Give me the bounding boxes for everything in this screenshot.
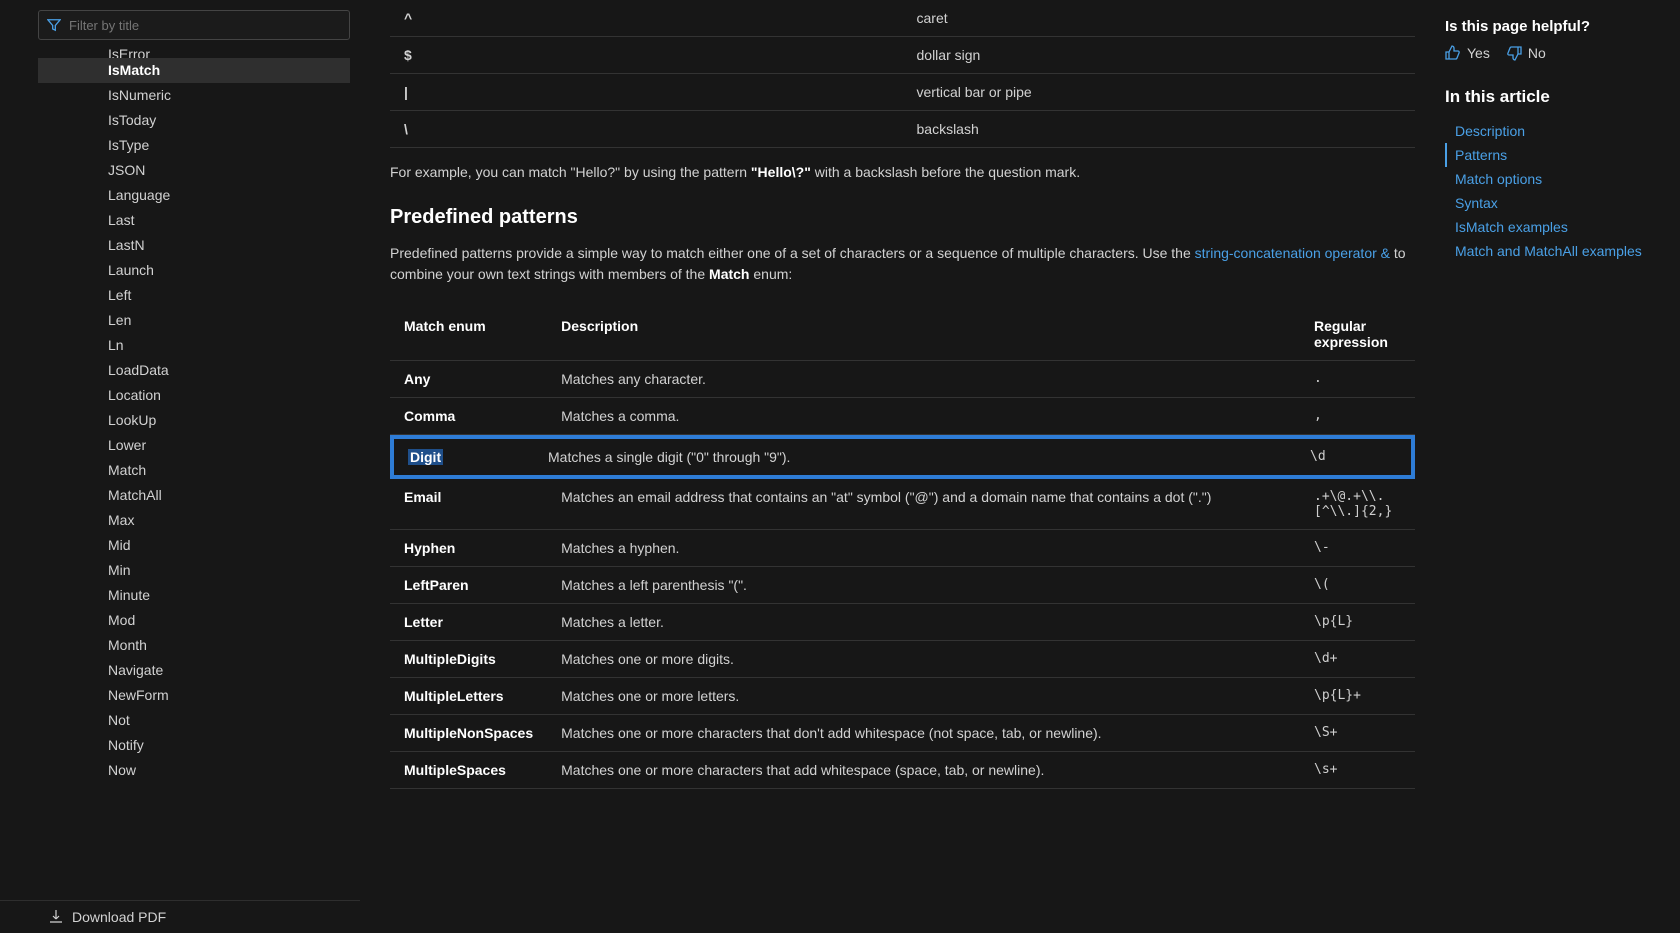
filter-input[interactable]: [69, 18, 341, 33]
nav-item[interactable]: IsMatch: [38, 58, 350, 83]
table-row: MultipleDigitsMatches one or more digits…: [390, 641, 1415, 678]
predef-intro: Predefined patterns provide a simple way…: [390, 243, 1415, 286]
table-row: LeftParenMatches a left parenthesis "(".…: [390, 567, 1415, 604]
filter-wrap: [0, 0, 360, 46]
nav-item[interactable]: Last: [38, 208, 350, 233]
no-button[interactable]: No: [1506, 45, 1546, 61]
nav-item[interactable]: LoadData: [38, 358, 350, 383]
download-pdf-button[interactable]: Download PDF: [0, 900, 360, 933]
nav-item[interactable]: IsNumeric: [38, 83, 350, 108]
table-row: AnyMatches any character..: [390, 361, 1415, 398]
special-chars-table: ^caret$dollar sign|vertical bar or pipe\…: [390, 0, 1415, 148]
nav-item[interactable]: Minute: [38, 583, 350, 608]
table-row: |vertical bar or pipe: [390, 74, 1415, 111]
nav-item[interactable]: Notify: [38, 733, 350, 758]
thumbs-up-icon: [1445, 45, 1461, 61]
nav-item[interactable]: Launch: [38, 258, 350, 283]
filter-icon: [47, 18, 61, 32]
nav-item[interactable]: Mod: [38, 608, 350, 633]
nav-item[interactable]: Max: [38, 508, 350, 533]
nav-item-cut[interactable]: IsError: [38, 46, 350, 58]
nav-item[interactable]: Lower: [38, 433, 350, 458]
table-row: CommaMatches a comma.,: [390, 398, 1415, 435]
thumbs-down-icon: [1506, 45, 1522, 61]
nav-item[interactable]: Len: [38, 308, 350, 333]
nav-item[interactable]: NewForm: [38, 683, 350, 708]
table-row: HyphenMatches a hyphen.\-: [390, 530, 1415, 567]
nav-item[interactable]: Not: [38, 708, 350, 733]
toc-item[interactable]: Description: [1445, 119, 1660, 143]
toc-item[interactable]: Patterns: [1445, 143, 1660, 167]
toc-item[interactable]: IsMatch examples: [1445, 215, 1660, 239]
nav-item[interactable]: Navigate: [38, 658, 350, 683]
nav-item[interactable]: Left: [38, 283, 350, 308]
toc-list: DescriptionPatternsMatch optionsSyntaxIs…: [1445, 119, 1660, 263]
nav-item[interactable]: Language: [38, 183, 350, 208]
filter-box[interactable]: [38, 10, 350, 40]
example-paragraph: For example, you can match "Hello?" by u…: [390, 162, 1415, 184]
table-header-row: Match enumDescriptionRegular expression: [390, 308, 1415, 361]
nav-item[interactable]: JSON: [38, 158, 350, 183]
nav-item[interactable]: Now: [38, 758, 350, 783]
nav-item[interactable]: IsToday: [38, 108, 350, 133]
in-this-article-title: In this article: [1445, 87, 1660, 107]
nav-item[interactable]: LookUp: [38, 408, 350, 433]
predefined-patterns-heading: Predefined patterns: [390, 206, 1415, 229]
table-row: LetterMatches a letter.\p{L}: [390, 604, 1415, 641]
nav-list[interactable]: IsError IsMatchIsNumericIsTodayIsTypeJSO…: [38, 46, 350, 900]
table-row: \backslash: [390, 111, 1415, 148]
nav-item[interactable]: Month: [38, 633, 350, 658]
nav-item[interactable]: Match: [38, 458, 350, 483]
table-row: $dollar sign: [390, 37, 1415, 74]
toc-item[interactable]: Syntax: [1445, 191, 1660, 215]
helpful-title: Is this page helpful?: [1445, 18, 1660, 35]
download-icon: [48, 909, 64, 925]
left-sidebar: IsError IsMatchIsNumericIsTodayIsTypeJSO…: [0, 0, 360, 933]
nav-item[interactable]: MatchAll: [38, 483, 350, 508]
helpful-buttons: Yes No: [1445, 45, 1660, 61]
nav-item[interactable]: Ln: [38, 333, 350, 358]
table-row: MultipleSpacesMatches one or more charac…: [390, 752, 1415, 789]
main-content[interactable]: ^caret$dollar sign|vertical bar or pipe\…: [360, 0, 1445, 933]
match-enum-table: Match enumDescriptionRegular expressionA…: [390, 308, 1415, 789]
nav-item[interactable]: IsType: [38, 133, 350, 158]
toc-item[interactable]: Match options: [1445, 167, 1660, 191]
right-sidebar: Is this page helpful? Yes No In this art…: [1445, 0, 1680, 933]
nav-item[interactable]: LastN: [38, 233, 350, 258]
download-label: Download PDF: [72, 909, 166, 925]
toc-item[interactable]: Match and MatchAll examples: [1445, 239, 1660, 263]
yes-button[interactable]: Yes: [1445, 45, 1490, 61]
table-row: MultipleLettersMatches one or more lette…: [390, 678, 1415, 715]
concat-operator-link[interactable]: string-concatenation operator &: [1195, 245, 1390, 261]
nav-item[interactable]: Mid: [38, 533, 350, 558]
table-row: MultipleNonSpacesMatches one or more cha…: [390, 715, 1415, 752]
nav-item[interactable]: Min: [38, 558, 350, 583]
highlighted-row: DigitMatches a single digit ("0" through…: [390, 435, 1415, 480]
table-row: EmailMatches an email address that conta…: [390, 479, 1415, 530]
table-row: ^caret: [390, 0, 1415, 37]
nav-item[interactable]: Location: [38, 383, 350, 408]
